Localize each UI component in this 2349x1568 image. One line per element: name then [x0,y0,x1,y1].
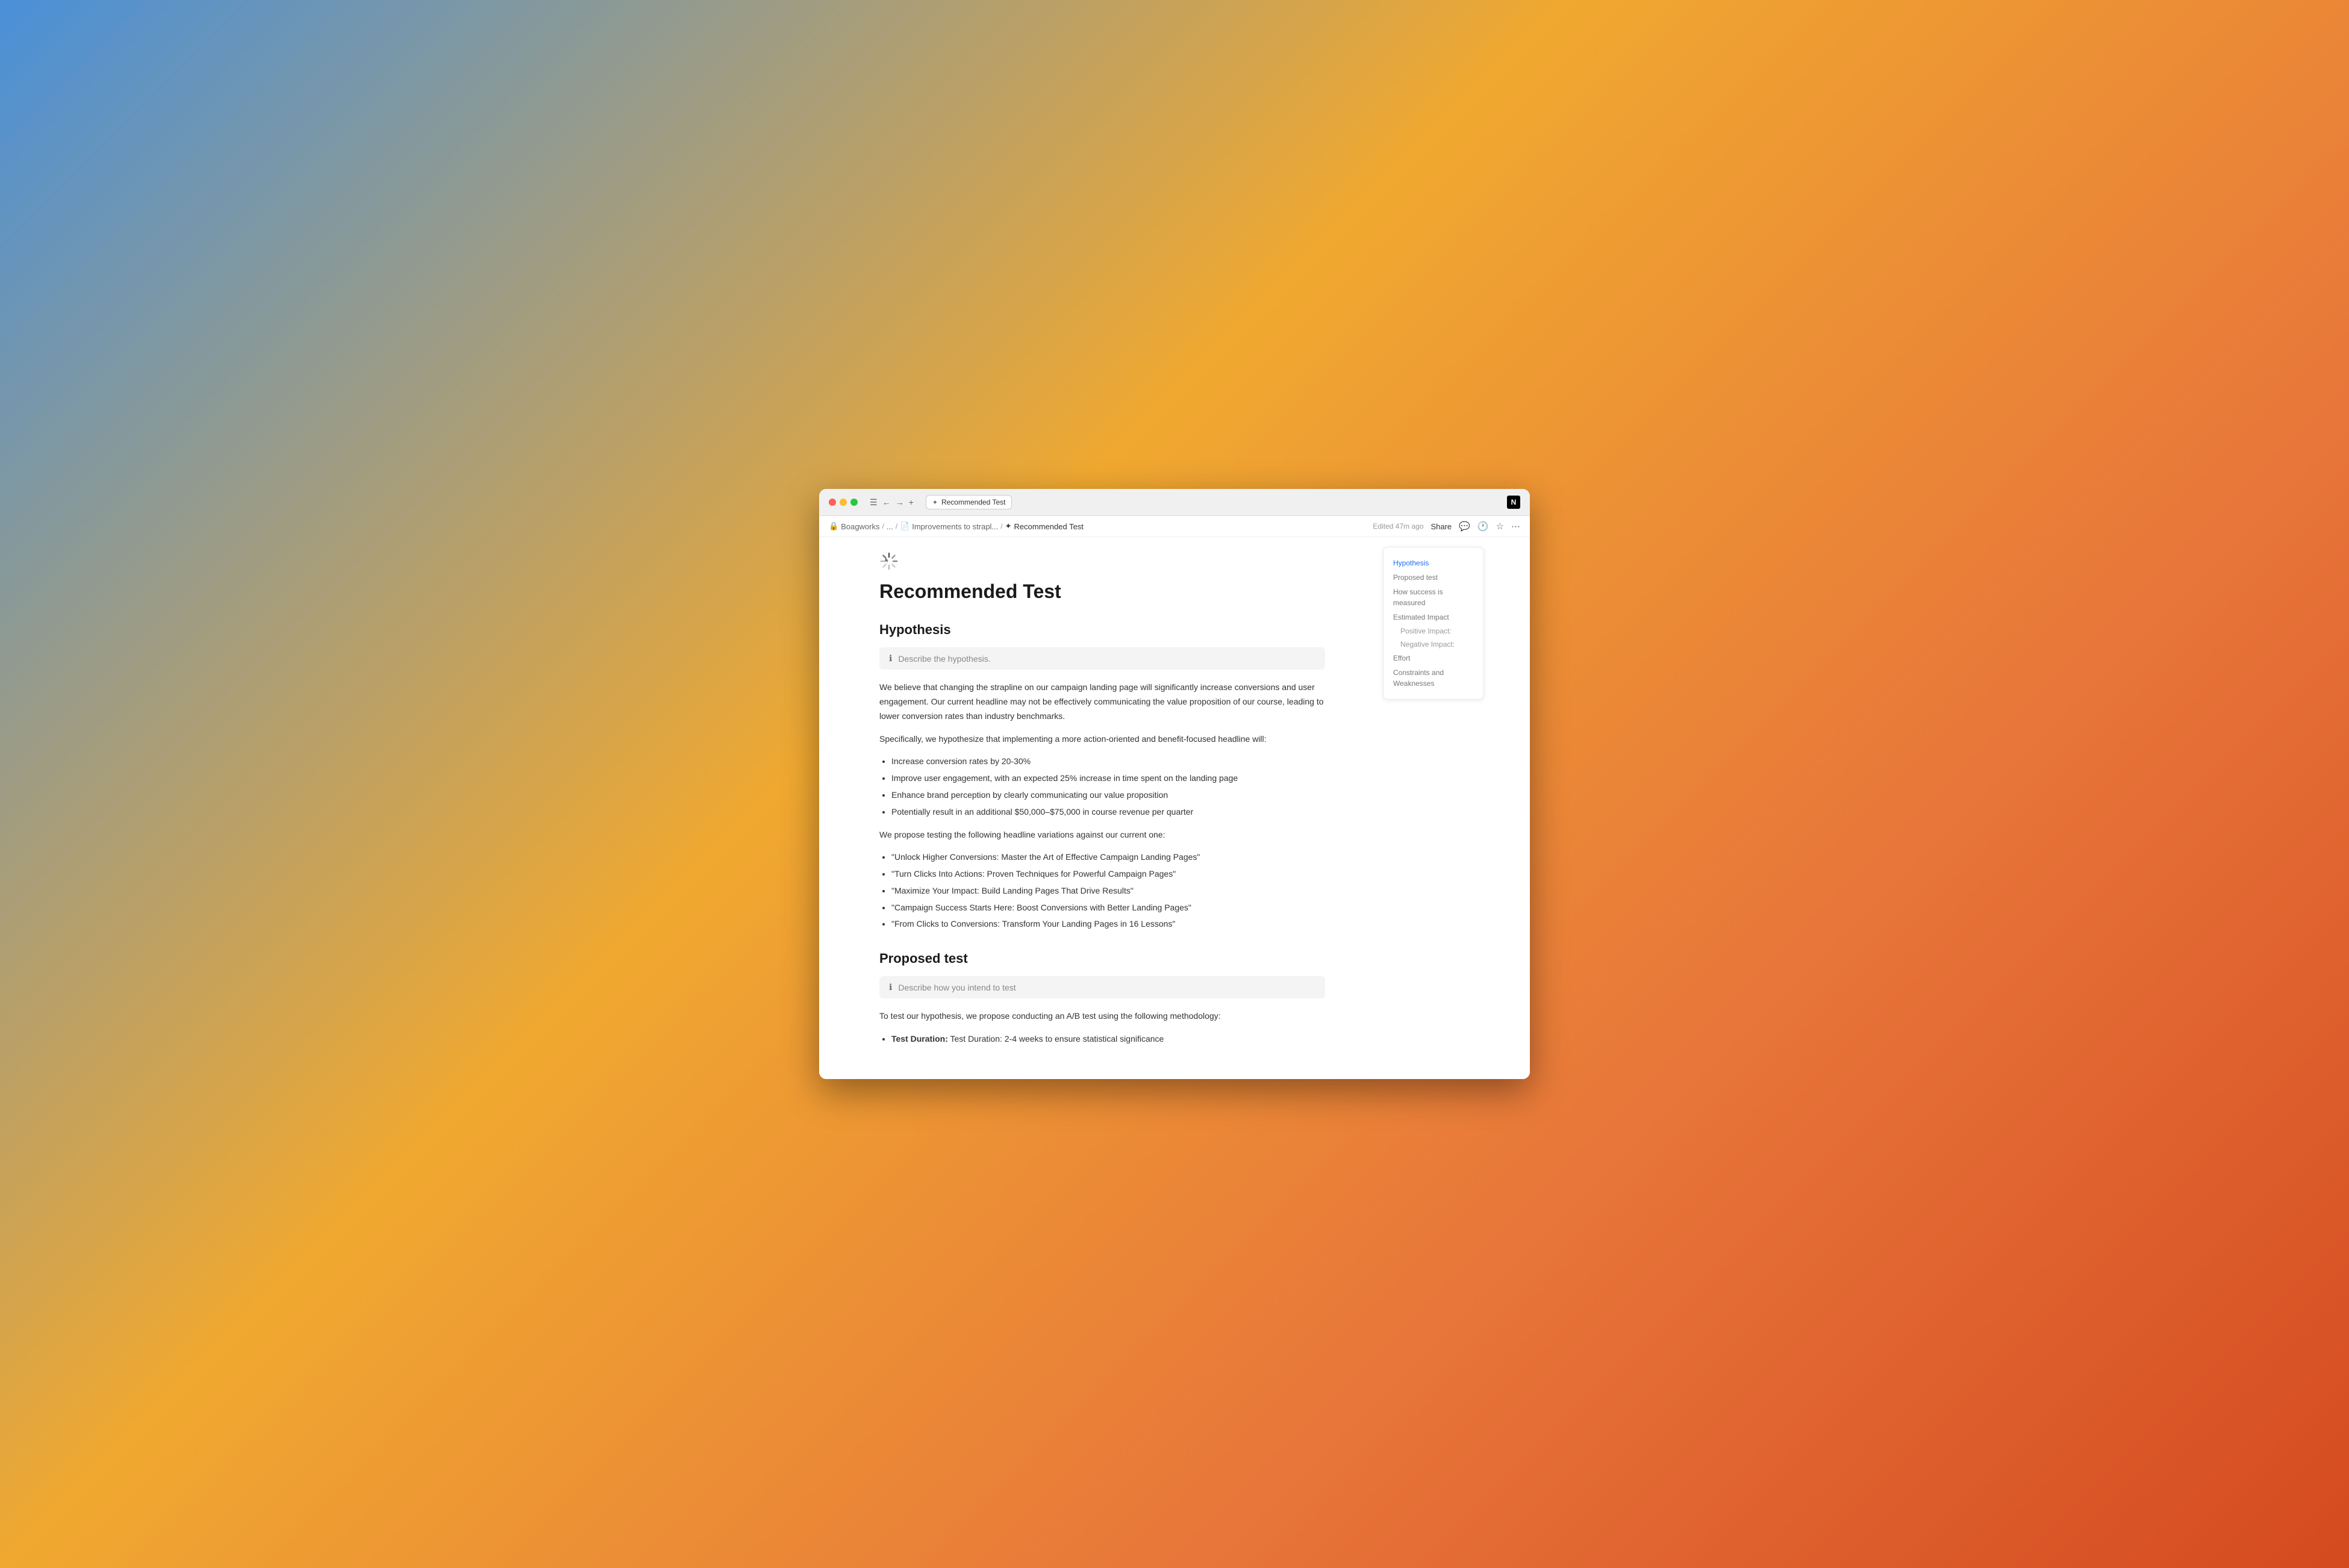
proposed-test-hint-box: ℹ Describe how you intend to test [879,976,1325,998]
toc-item-estimated-impact[interactable]: Estimated Impact [1393,610,1474,624]
toc-item-how-success[interactable]: How success is measured [1393,585,1474,610]
breadcrumb-sep-2: / [896,522,897,530]
share-button[interactable]: Share [1430,522,1452,531]
more-options-icon[interactable]: ⋯ [1511,521,1520,532]
list-item: Potentially result in an additional $50,… [891,805,1325,820]
edited-timestamp: Edited 47m ago [1373,522,1423,530]
forward-icon[interactable]: → [896,497,904,507]
toc-sidebar: Hypothesis Proposed test How success is … [1373,537,1494,1079]
toc-item-negative-impact[interactable]: Negative Impact: [1393,638,1474,651]
page-icon-area [867,552,1337,571]
breadcrumb-item-improvements[interactable]: 📄 Improvements to strapl... [900,521,998,531]
browser-window: ☰ ← → + ✦ Recommended Test N 🔒 Boagworks… [819,489,1530,1079]
content-area: Recommended Test Hypothesis ℹ Describe t… [819,537,1373,1079]
toc-item-proposed-test[interactable]: Proposed test [1393,570,1474,585]
close-button[interactable] [829,499,836,506]
page-icon-2: 📄 [900,521,909,531]
hypothesis-paragraph-2: Specifically, we hypothesize that implem… [867,732,1337,747]
breadcrumb-current-label: Recommended Test [1014,522,1084,531]
hint-info-icon: ℹ [889,653,892,664]
list-item: Increase conversion rates by 20-30% [891,754,1325,769]
hypothesis-bullets-1: Increase conversion rates by 20-30% Impr… [891,754,1325,819]
title-bar: ☰ ← → + ✦ Recommended Test N [819,489,1530,516]
proposed-test-hint-text: Describe how you intend to test [898,983,1015,992]
breadcrumb-sep-3: / [1000,522,1002,530]
proposed-test-heading: Proposed test [867,951,1337,966]
traffic-lights [829,499,858,506]
list-item: "Turn Clicks Into Actions: Proven Techni… [891,867,1325,882]
list-item: "Unlock Higher Conversions: Master the A… [891,850,1325,865]
breadcrumb-actions: Edited 47m ago Share 💬 🕐 ☆ ⋯ [1373,521,1520,532]
list-item: "Maximize Your Impact: Build Landing Pag… [891,884,1325,898]
current-page-icon: ✦ [1005,521,1012,531]
hypothesis-heading: Hypothesis [867,622,1337,638]
hypothesis-hint-text: Describe the hypothesis. [898,654,990,664]
hypothesis-paragraph-1: We believe that changing the strapline o… [867,680,1337,723]
tab-title: Recommended Test [941,498,1006,506]
hypothesis-hint-box: ℹ Describe the hypothesis. [879,647,1325,670]
nav-controls: ☰ ← → + [870,497,914,508]
breadcrumb-boagworks-label: Boagworks [841,522,879,531]
list-item: Improve user engagement, with an expecte… [891,771,1325,786]
spinner-icon [879,552,899,571]
breadcrumb-sep-1: / [882,522,884,530]
proposed-test-paragraph-1: To test our hypothesis, we propose condu… [867,1009,1337,1024]
toc-item-positive-impact[interactable]: Positive Impact: [1393,624,1474,638]
back-icon[interactable]: ← [882,497,891,507]
toc-item-hypothesis[interactable]: Hypothesis [1393,556,1474,570]
tab-area: ✦ Recommended Test [926,495,1012,509]
toc-item-constraints[interactable]: Constraints and Weaknesses [1393,665,1474,691]
active-tab[interactable]: ✦ Recommended Test [926,495,1012,509]
minimize-button[interactable] [840,499,847,506]
main-content: Recommended Test Hypothesis ℹ Describe t… [819,537,1530,1079]
breadcrumb-bar: 🔒 Boagworks / ... / 📄 Improvements to st… [819,516,1530,537]
breadcrumb-ellipsis-label: ... [887,522,893,531]
notion-logo: N [1507,496,1520,509]
lock-icon: 🔒 [829,521,838,531]
breadcrumb-improvements-label: Improvements to strapl... [912,522,998,531]
breadcrumb-item-boagworks[interactable]: 🔒 Boagworks [829,521,880,531]
list-item: "Campaign Success Starts Here: Boost Con… [891,901,1325,915]
tab-favicon-icon: ✦ [932,499,938,506]
breadcrumb: 🔒 Boagworks / ... / 📄 Improvements to st… [829,521,1084,531]
new-tab-icon[interactable]: + [909,497,914,507]
toc-item-effort[interactable]: Effort [1393,651,1474,665]
page-title: Recommended Test [867,580,1337,603]
hint-info-icon-2: ℹ [889,982,892,992]
list-item: Enhance brand perception by clearly comm… [891,788,1325,803]
breadcrumb-current-page: ✦ Recommended Test [1005,521,1084,531]
proposed-test-section: Proposed test ℹ Describe how you intend … [867,951,1337,1047]
maximize-button[interactable] [850,499,858,506]
sidebar-toggle-icon[interactable]: ☰ [870,497,878,508]
breadcrumb-item-ellipsis[interactable]: ... [887,522,893,531]
history-icon[interactable]: 🕐 [1477,521,1489,532]
list-item: Test Duration: Test Duration: 2-4 weeks … [891,1032,1325,1047]
comment-icon[interactable]: 💬 [1459,521,1470,532]
toc-card: Hypothesis Proposed test How success is … [1383,547,1484,700]
star-icon[interactable]: ☆ [1496,521,1504,532]
hypothesis-bullets-2: "Unlock Higher Conversions: Master the A… [891,850,1325,932]
proposed-test-bullets: Test Duration: Test Duration: 2-4 weeks … [891,1032,1325,1047]
hypothesis-paragraph-3: We propose testing the following headlin… [867,828,1337,842]
list-item: "From Clicks to Conversions: Transform Y… [891,917,1325,932]
